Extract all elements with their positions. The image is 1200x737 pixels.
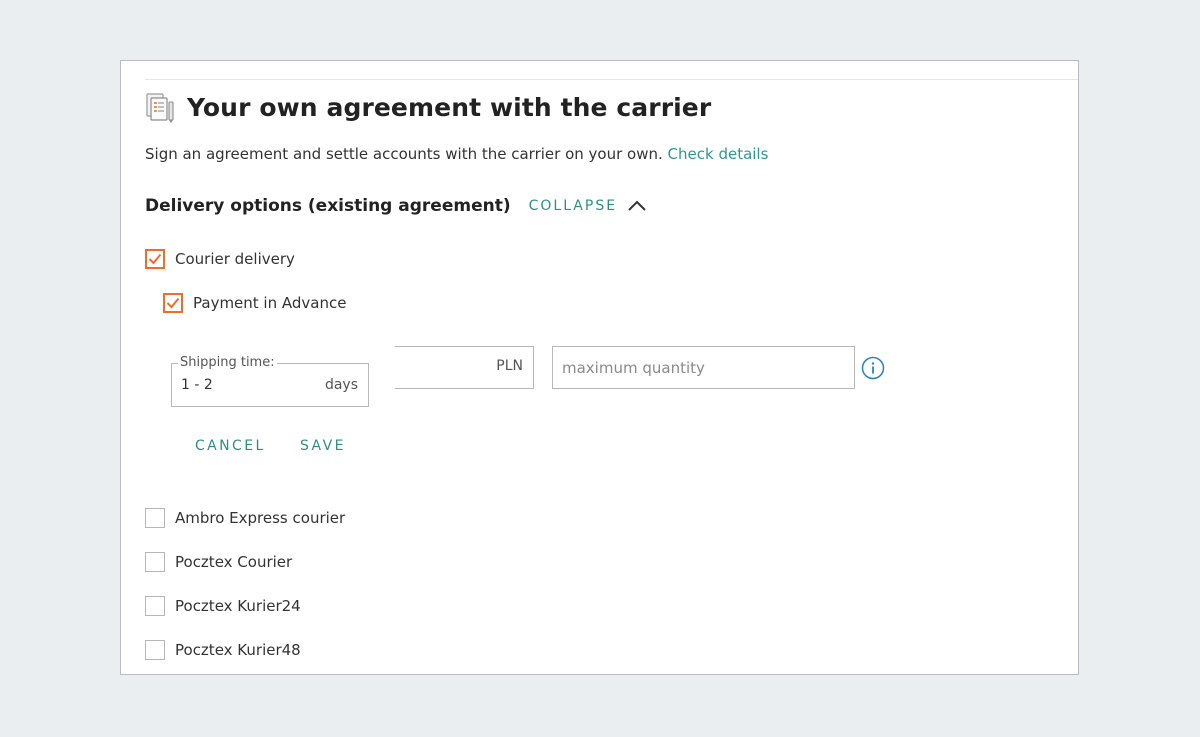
carrier-option[interactable]: Ambro Express courier — [145, 506, 345, 530]
top-divider — [145, 79, 1078, 80]
shipping-time-field[interactable]: Shipping time: 1 - 2 days — [171, 355, 369, 407]
price-unit: PLN — [496, 358, 523, 374]
shipping-time-unit: days — [324, 377, 358, 393]
payment-in-advance-checkbox[interactable] — [163, 293, 183, 313]
collapse-button[interactable]: COLLAPSE — [529, 198, 647, 214]
checkmark-icon — [148, 253, 162, 265]
save-button[interactable]: SAVE — [300, 438, 346, 454]
shipping-time-value: 1 - 2 — [181, 377, 213, 393]
carrier-option[interactable]: Pocztex Kurier24 — [145, 594, 301, 618]
checkmark-icon — [166, 297, 180, 309]
page-title: Your own agreement with the carrier — [187, 92, 712, 122]
carrier-label: Ambro Express courier — [175, 509, 346, 527]
chevron-up-icon — [628, 200, 646, 211]
carrier-option[interactable]: Pocztex Kurier48 — [145, 638, 301, 662]
carrier-label: Pocztex Kurier48 — [175, 641, 301, 659]
collapse-label: COLLAPSE — [528, 198, 618, 214]
courier-delivery-option[interactable]: Courier delivery — [145, 247, 295, 271]
description-text: Sign an agreement and settle accounts wi… — [145, 145, 663, 163]
max-quantity-placeholder: maximum quantity — [562, 359, 705, 377]
price-field[interactable]: PLN — [395, 346, 534, 389]
shipping-time-label: Shipping time: — [178, 355, 277, 370]
carrier-label: Pocztex Courier — [175, 553, 293, 571]
section-title: Delivery options (existing agreement) — [145, 196, 511, 216]
payment-in-advance-option[interactable]: Payment in Advance — [163, 291, 346, 315]
max-quantity-input[interactable]: maximum quantity — [552, 346, 855, 389]
carrier-checkbox[interactable] — [145, 508, 165, 528]
carrier-checkbox[interactable] — [145, 640, 165, 660]
info-icon[interactable] — [861, 356, 885, 384]
description: Sign an agreement and settle accounts wi… — [145, 145, 768, 163]
courier-delivery-checkbox[interactable] — [145, 249, 165, 269]
document-settings-icon — [145, 90, 177, 124]
carrier-checkbox[interactable] — [145, 552, 165, 572]
agreement-panel: Your own agreement with the carrier Sign… — [120, 60, 1079, 675]
carrier-checkbox[interactable] — [145, 596, 165, 616]
cancel-button[interactable]: CANCEL — [195, 438, 266, 454]
carrier-option[interactable]: Pocztex Courier — [145, 550, 292, 574]
delivery-options-header: Delivery options (existing agreement) CO… — [145, 193, 647, 219]
title-row: Your own agreement with the carrier — [145, 89, 711, 125]
payment-in-advance-label: Payment in Advance — [193, 294, 347, 312]
check-details-link[interactable]: Check details — [668, 145, 769, 163]
carrier-label: Pocztex Kurier24 — [175, 597, 301, 615]
courier-delivery-label: Courier delivery — [175, 250, 295, 268]
